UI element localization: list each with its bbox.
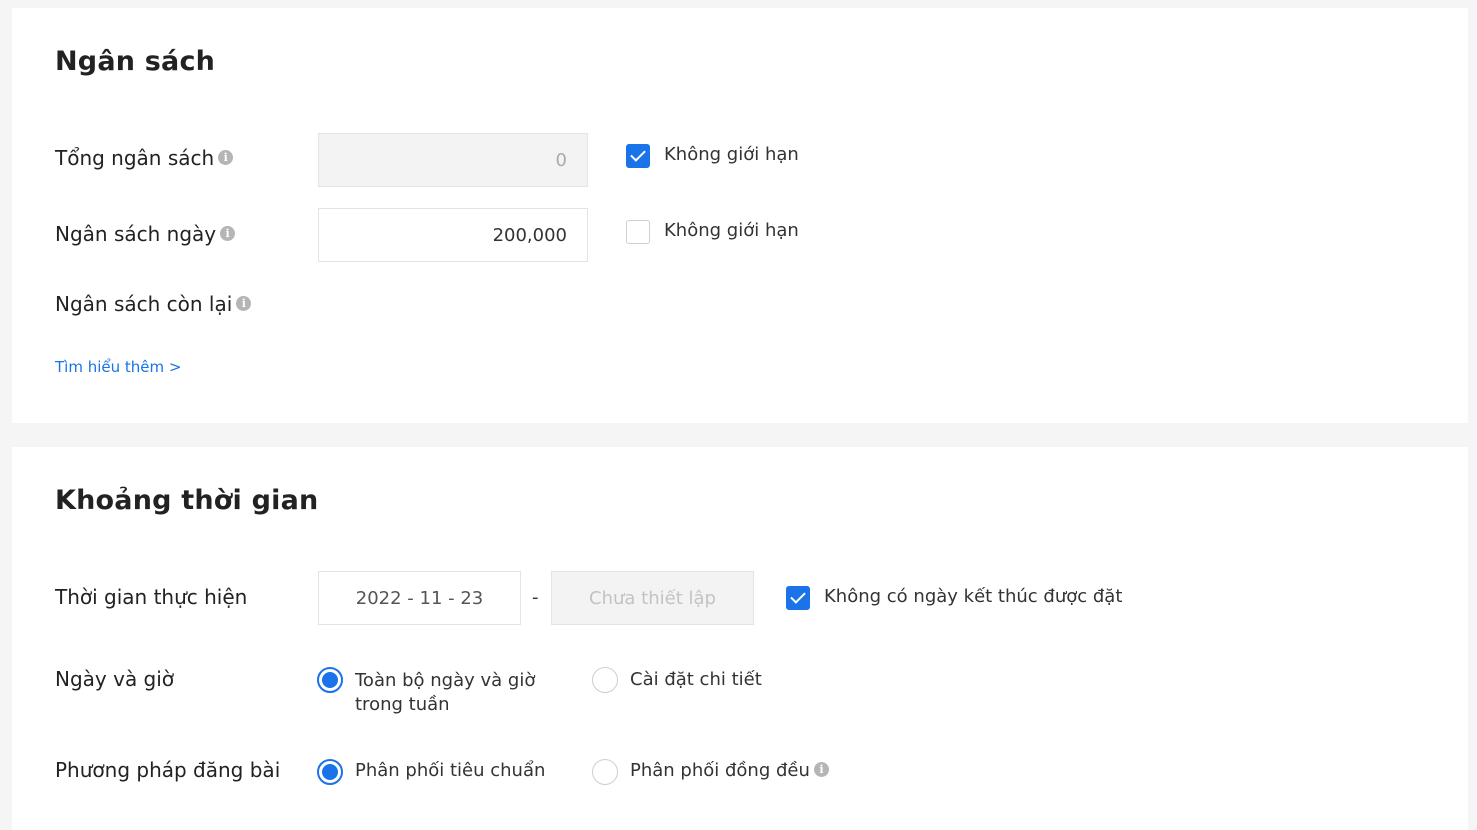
posting-method-label: Phương pháp đăng bài [55,758,281,782]
remaining-budget-label: Ngân sách còn lại i [55,292,252,316]
info-icon[interactable]: i [218,149,234,165]
daily-budget-unlimited-label: Không giới hạn [664,220,799,241]
daily-budget-label: Ngân sách ngày i [55,222,236,246]
total-budget-label: Tổng ngân sách i [55,146,234,170]
time-period-section: Khoảng thời gian Thời gian thực hiện 202… [12,447,1468,830]
posting-even-radio[interactable] [592,759,618,785]
total-budget-label-text: Tổng ngân sách [55,146,215,170]
daily-budget-unlimited-checkbox[interactable] [626,220,650,244]
no-end-date-checkbox[interactable] [786,586,810,610]
total-budget-input[interactable]: 0 [318,133,588,187]
posting-standard-radio[interactable] [317,759,343,785]
day-time-detail-label: Cài đặt chi tiết [630,669,762,690]
posting-standard-label: Phân phối tiêu chuẩn [355,760,546,781]
end-date-input[interactable]: Chưa thiết lập [551,571,754,625]
posting-even-label-text: Phân phối đồng đều [630,760,810,781]
date-separator: - [532,587,539,608]
total-budget-unlimited-checkbox[interactable] [626,144,650,168]
info-icon[interactable]: i [813,762,829,777]
budget-section: Ngân sách Tổng ngân sách i 0 Không giới … [12,8,1468,423]
day-time-all-radio[interactable] [317,667,343,693]
info-icon[interactable]: i [236,295,252,311]
daily-budget-input[interactable]: 200,000 [318,208,588,262]
day-time-label: Ngày và giờ [55,667,175,691]
start-date-input[interactable]: 2022 - 11 - 23 [318,571,521,625]
run-time-label: Thời gian thực hiện [55,585,248,609]
no-end-date-label: Không có ngày kết thúc được đặt [824,586,1123,607]
budget-section-title: Ngân sách [55,46,216,77]
day-time-detail-radio[interactable] [592,667,618,693]
total-budget-unlimited-label: Không giới hạn [664,144,799,165]
learn-more-link[interactable]: Tìm hiểu thêm > [55,358,181,376]
remaining-budget-label-text: Ngân sách còn lại [55,292,233,316]
info-icon[interactable]: i [220,225,236,241]
time-period-section-title: Khoảng thời gian [55,485,319,516]
posting-even-label: Phân phối đồng đều i [630,760,829,781]
day-time-all-label: Toàn bộ ngày và giờ trong tuần [355,670,536,715]
daily-budget-label-text: Ngân sách ngày [55,222,217,246]
